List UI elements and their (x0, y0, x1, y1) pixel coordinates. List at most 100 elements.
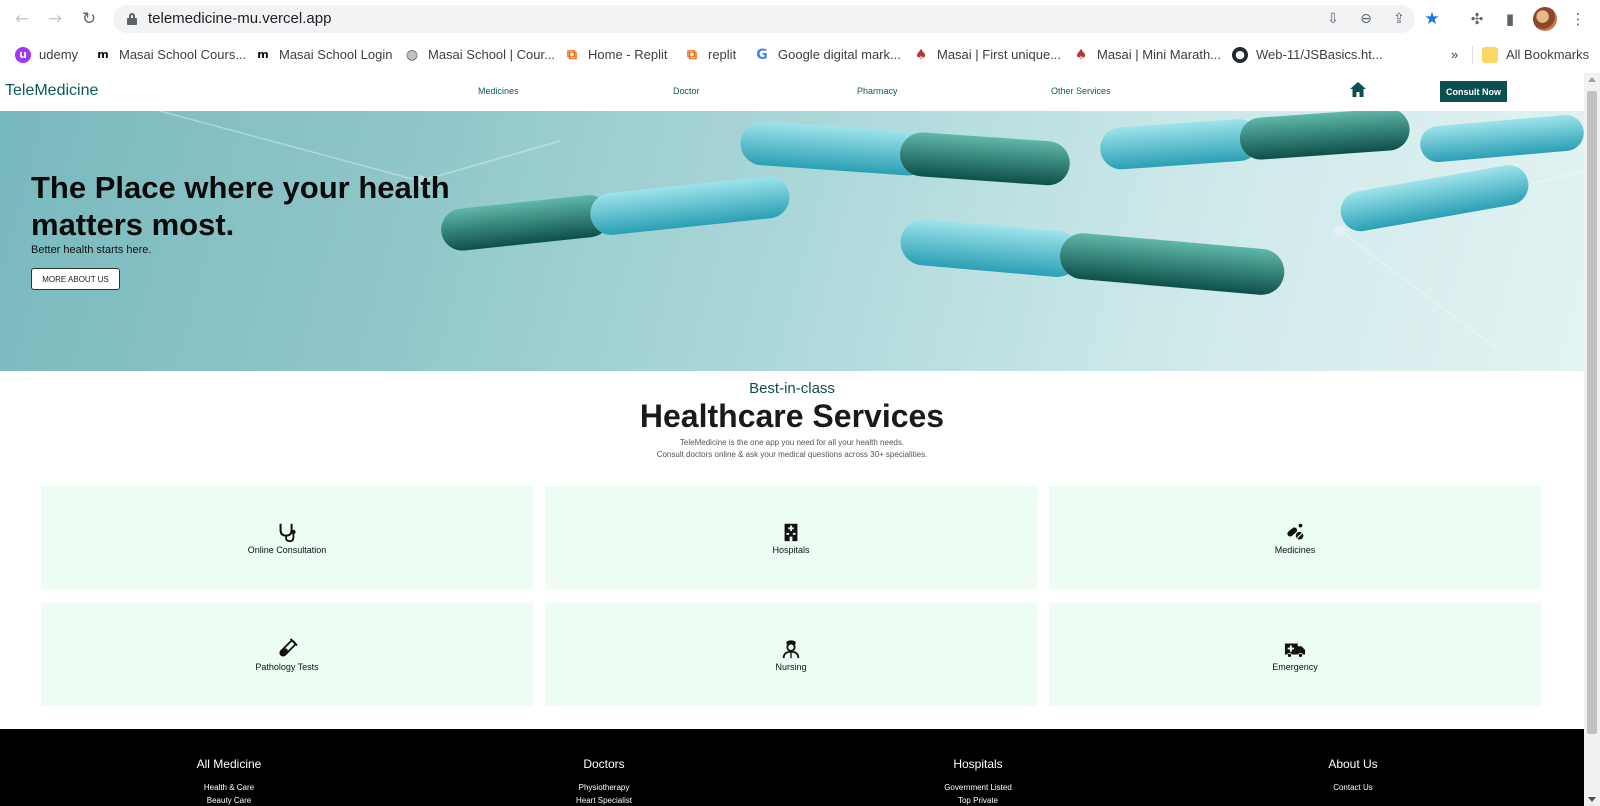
bookmark-label: Masai School Cours... (119, 47, 247, 62)
card-label: Emergency (1272, 661, 1318, 672)
service-card-nursing[interactable]: Nursing (545, 603, 1037, 706)
share-icon[interactable]: ⇪ (1389, 9, 1409, 29)
footer-heading: Hospitals (953, 757, 1003, 771)
scroll-up-icon[interactable] (1588, 77, 1596, 82)
bookmarks-bar: u udemy m Masai School Cours... m Masai … (0, 42, 1600, 67)
footer-link[interactable]: Contact Us (1253, 781, 1453, 794)
footer-link[interactable]: Beauty Care (129, 794, 329, 806)
back-icon[interactable]: ← (11, 8, 33, 30)
address-bar[interactable]: telemedicine-mu.vercel.app ⇩ ⊖ ⇪ ★ (113, 5, 1440, 33)
card-label: Pathology Tests (255, 661, 319, 672)
forward-icon[interactable]: → (44, 8, 66, 30)
bookmark-label: Masai | First unique... (937, 47, 1062, 62)
service-card-emergency[interactable]: Emergency (1049, 603, 1541, 706)
scrollbar-thumb[interactable] (1587, 91, 1597, 734)
masai-m-icon: m (97, 47, 109, 61)
service-card-medicines[interactable]: Medicines (1049, 486, 1541, 589)
bookmark-label: udemy (39, 47, 79, 62)
profile-avatar[interactable] (1533, 7, 1557, 31)
menu-kebab-icon[interactable]: ⋮ (1567, 8, 1589, 30)
replit-icon: ⧉ (567, 46, 577, 63)
ambulance-icon (1284, 643, 1306, 658)
brand-logo[interactable]: TeleMedicine (5, 82, 98, 100)
services-eyebrow: Best-in-class (749, 380, 835, 397)
bookmark-masai-courses[interactable]: m Masai School Cours... (95, 42, 246, 67)
site-footer: All Medicine Health & Care Beauty Care D… (0, 729, 1584, 806)
side-panel-icon[interactable]: ▮ (1499, 8, 1521, 30)
hero-banner: The Place where your health matters most… (0, 111, 1584, 371)
footer-link[interactable]: Physiotherapy (504, 781, 704, 794)
footer-link[interactable]: Government Listed (878, 781, 1078, 794)
card-label: Medicines (1274, 544, 1316, 555)
bookmark-label: Masai | Mini Marath... (1097, 47, 1222, 62)
bookmark-label: Masai School Login (279, 47, 393, 62)
home-icon[interactable] (1349, 81, 1367, 98)
bookmark-label: replit (708, 47, 737, 62)
browser-toolbar: ← → ↻ telemedicine-mu.vercel.app ⇩ ⊖ ⇪ ★… (0, 0, 1600, 37)
bookmark-masai-login[interactable]: m Masai School Login (255, 42, 392, 67)
github-icon: ● (1232, 46, 1248, 63)
bookmark-label: Masai School | Cour... (428, 47, 555, 62)
bookmark-masai-marathon[interactable]: ♠ Masai | Mini Marath... (1073, 42, 1221, 67)
all-bookmarks-button[interactable]: All Bookmarks (1482, 42, 1589, 67)
zoom-out-icon[interactable]: ⊖ (1356, 9, 1376, 29)
extensions-icon[interactable]: ✣ (1466, 8, 1488, 30)
bookmark-label: Web-11/JSBasics.ht... (1256, 47, 1383, 62)
card-label: Hospitals (772, 544, 810, 555)
test-tube-icon (279, 637, 298, 657)
bookmark-github-jsbasics[interactable]: ● Web-11/JSBasics.ht... (1232, 42, 1383, 67)
nav-other-services[interactable]: Other Services (1051, 86, 1111, 96)
install-icon[interactable]: ⇩ (1323, 9, 1343, 29)
replit-icon: ⧉ (687, 46, 697, 63)
lock-icon[interactable] (127, 13, 137, 25)
service-card-hospitals[interactable]: Hospitals (545, 486, 1037, 589)
footer-link[interactable]: Top Private (878, 794, 1078, 806)
card-label: Nursing (775, 661, 807, 672)
page-viewport: TeleMedicine Medicines Doctor Pharmacy O… (0, 73, 1584, 806)
card-label: Online Consultation (247, 544, 327, 555)
bookmark-masai-first[interactable]: ♠ Masai | First unique... (913, 42, 1061, 67)
folder-icon (1482, 46, 1498, 63)
bookmark-home-replit[interactable]: ⧉ Home - Replit (564, 42, 667, 67)
scroll-down-icon[interactable] (1588, 797, 1596, 802)
masai-m-icon: m (257, 47, 269, 61)
service-card-online-consultation[interactable]: Online Consultation (41, 486, 533, 589)
services-desc-line-1: TeleMedicine is the one app you need for… (679, 438, 905, 447)
footer-heading: About Us (1328, 757, 1378, 771)
more-about-us-button[interactable]: MORE ABOUT US (31, 268, 120, 290)
globe-icon: ◍ (405, 46, 419, 63)
services-desc-line-2: Consult doctors online & ask your medica… (656, 450, 928, 459)
bookmark-google-digital[interactable]: G Google digital mark... (754, 42, 901, 67)
service-card-pathology-tests[interactable]: Pathology Tests (41, 603, 533, 706)
udemy-icon: u (15, 46, 31, 63)
stethoscope-icon (279, 523, 296, 542)
footer-link[interactable]: Health & Care (129, 781, 329, 794)
bookmark-masai-course[interactable]: ◍ Masai School | Cour... (404, 42, 555, 67)
consult-now-button[interactable]: Consult Now (1440, 81, 1507, 102)
pills-icon (1287, 523, 1304, 540)
bookmark-label: Google digital mark... (778, 47, 901, 62)
nurse-icon (782, 639, 800, 658)
nav-doctor[interactable]: Doctor (673, 86, 700, 96)
url-text[interactable]: telemedicine-mu.vercel.app (148, 10, 331, 27)
footer-link[interactable]: Heart Specialist (504, 794, 704, 806)
hospital-icon (784, 523, 798, 541)
hero-title: The Place where your health matters most… (31, 170, 450, 242)
reload-icon[interactable]: ↻ (78, 8, 100, 30)
footer-col-all-medicine: All Medicine Health & Care Beauty Care (129, 729, 329, 806)
all-bookmarks-label: All Bookmarks (1506, 47, 1590, 62)
hero-subtitle: Better health starts here. (31, 244, 152, 256)
services-header: Best-in-class Healthcare Services TeleMe… (0, 380, 1584, 461)
nav-medicines[interactable]: Medicines (478, 86, 519, 96)
bookmark-star-icon[interactable]: ★ (1422, 9, 1442, 29)
services-title: Healthcare Services (639, 398, 945, 434)
bookmark-udemy[interactable]: u udemy (15, 42, 78, 67)
services-description: TeleMedicine is the one app you need for… (0, 437, 1584, 461)
bookmarks-overflow-button[interactable]: » (1451, 42, 1458, 67)
footer-col-about-us: About Us Contact Us (1253, 729, 1453, 794)
page-scrollbar[interactable] (1584, 73, 1600, 806)
nav-pharmacy[interactable]: Pharmacy (857, 86, 898, 96)
footer-heading: Doctors (583, 757, 625, 771)
bookmarks-separator (1472, 46, 1473, 64)
bookmark-replit[interactable]: ⧉ replit (684, 42, 736, 67)
